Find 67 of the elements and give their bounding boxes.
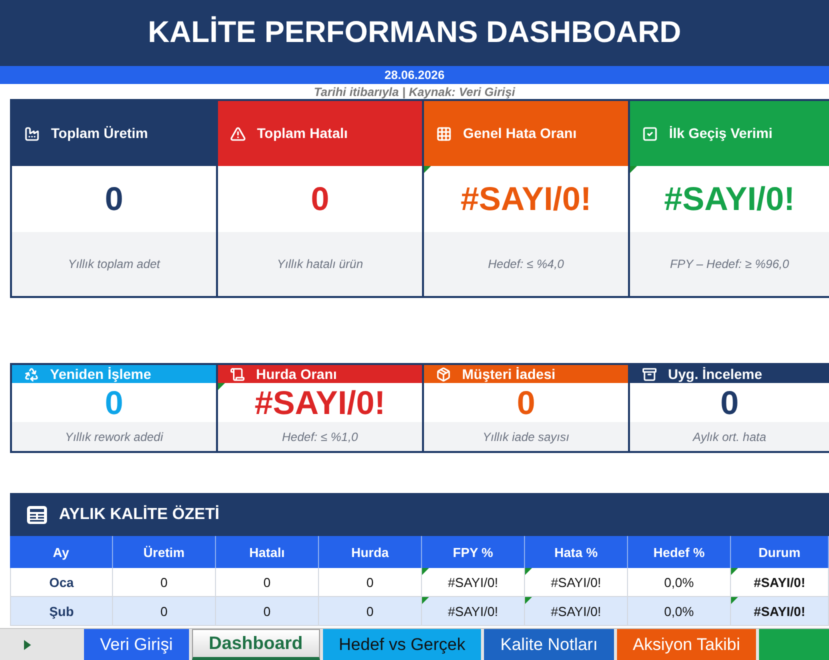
kpi-label: Müşteri İadesi bbox=[462, 366, 556, 382]
kpi-value: 0 bbox=[310, 181, 330, 217]
kpi-value: #SAYI/0! bbox=[460, 181, 592, 217]
kpi-value: 0 bbox=[104, 384, 124, 420]
sheet-tab[interactable]: Kalite Notları bbox=[484, 629, 614, 660]
section-title: AYLIK KALİTE ÖZETİ bbox=[59, 506, 220, 524]
dashboard-title: KALİTE PERFORMANS DASHBOARD bbox=[148, 15, 682, 51]
kpi-caption: FPY – Hedef: ≥ %96,0 bbox=[670, 257, 790, 271]
caret-right-icon[interactable] bbox=[24, 640, 31, 650]
kpi-caption: Yıllık rework adedi bbox=[64, 430, 164, 444]
cell-value: 0 bbox=[263, 604, 271, 618]
kpi-value: 0 bbox=[720, 384, 739, 420]
column-header: Hedef % bbox=[628, 536, 731, 568]
source-note: Tarihi itibarıyla | Kaynak: Veri Girişi bbox=[314, 84, 516, 98]
cell-value: #SAYI/0! bbox=[754, 604, 806, 618]
cell-value: 0,0% bbox=[664, 574, 694, 590]
sheet-tab[interactable]: Veri Girişi bbox=[84, 629, 189, 660]
kpi-value: 0 bbox=[104, 181, 124, 217]
column-header: Ay bbox=[10, 536, 113, 568]
kpi-caption: Hedef: ≤ %1,0 bbox=[282, 430, 358, 444]
report-date: 28.06.2026 bbox=[384, 68, 445, 82]
cell-value: 0 bbox=[263, 574, 271, 590]
sheet-tab[interactable]: Dashboard bbox=[192, 629, 320, 660]
kpi-caption: Yıllık hatalı ürün bbox=[276, 257, 364, 271]
column-header: Hata % bbox=[525, 536, 628, 568]
kpi-caption: Yıllık iade sayısı bbox=[482, 430, 570, 444]
archive-icon bbox=[642, 366, 657, 382]
cell-value: #SAYI/0! bbox=[448, 604, 498, 618]
cell-value: #SAYI/0! bbox=[448, 574, 498, 590]
kpi-caption: Yıllık toplam adet bbox=[68, 257, 160, 271]
kpi-label: Uyg. İnceleme bbox=[668, 366, 762, 382]
recycle-icon bbox=[24, 366, 39, 382]
column-header: Durum bbox=[731, 536, 829, 568]
cell-value: 0 bbox=[366, 604, 374, 618]
kpi-label: Yeniden İşleme bbox=[50, 366, 152, 382]
kpi-caption: Hedef: ≤ %4,0 bbox=[488, 257, 564, 271]
kpi-value: #SAYI/0! bbox=[664, 181, 795, 217]
grid-icon bbox=[436, 126, 452, 142]
cell-value: 0 bbox=[160, 574, 168, 590]
sheet-tab[interactable]: Aksiyon Takibi bbox=[616, 629, 756, 660]
sheet-tab[interactable]: Hedef vs Gerçek bbox=[322, 629, 482, 660]
kpi-label: İlk Geçiş Verimi bbox=[669, 125, 773, 142]
box-icon bbox=[436, 366, 451, 382]
kpi-label: Genel Hata Oranı bbox=[463, 125, 577, 142]
cell-value: 0,0% bbox=[664, 604, 694, 618]
scroll-icon bbox=[230, 366, 245, 382]
newspaper-icon bbox=[27, 506, 47, 524]
factory-icon bbox=[24, 126, 40, 142]
cell-value: #SAYI/0! bbox=[550, 574, 602, 590]
kpi-label: Toplam Üretim bbox=[51, 125, 148, 142]
cell-value: Oca bbox=[49, 574, 74, 590]
kpi-label: Hurda Oranı bbox=[256, 366, 337, 382]
cell-value: 0 bbox=[366, 574, 374, 590]
column-header: Üretim bbox=[113, 536, 216, 568]
kpi-caption: Aylık ort. hata bbox=[692, 430, 766, 444]
cell-value: Şub bbox=[49, 604, 74, 618]
column-header: FPY % bbox=[422, 536, 525, 568]
cell-value: 0 bbox=[160, 604, 168, 618]
column-header: Hurda bbox=[319, 536, 422, 568]
cell-value: #SAYI/0! bbox=[754, 574, 806, 590]
cell-value: #SAYI/0! bbox=[550, 604, 602, 618]
checkbox-icon bbox=[642, 126, 658, 142]
kpi-value: 0 bbox=[516, 384, 536, 420]
warning-icon bbox=[230, 126, 246, 142]
column-header: Hatalı bbox=[216, 536, 319, 568]
kpi-value: #SAYI/0! bbox=[254, 384, 386, 420]
kpi-label: Toplam Hatalı bbox=[257, 125, 348, 142]
